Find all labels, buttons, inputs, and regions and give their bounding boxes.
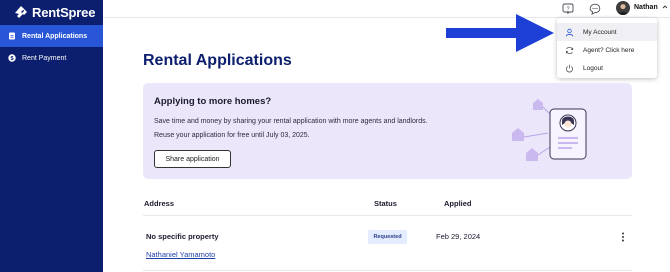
table-divider [143,270,632,271]
page-title: Rental Applications [143,52,292,69]
top-bar: ? Nathan [103,0,670,18]
rentspree-logo[interactable]: RentSpree [13,2,95,22]
account-menu: My Account Agent? Click here Logout [557,18,657,78]
help-icon[interactable]: ? [562,3,574,15]
row-applied-date: Feb 29, 2024 [436,232,481,241]
chat-icon[interactable] [589,3,601,15]
sidebar-item-rental-applications[interactable]: Rental Applications [0,25,103,47]
pointer-arrow-icon [446,14,554,52]
share-application-button[interactable]: Share application [154,150,231,168]
user-icon [564,27,574,37]
menu-item-label: Logout [583,64,603,72]
status-badge: Requested [368,230,407,244]
menu-item-agent[interactable]: Agent? Click here [557,41,657,59]
svg-text:$: $ [10,56,13,62]
document-icon [8,32,16,40]
banner-title: Applying to more homes? [154,96,272,107]
row-address: No specific property [146,232,219,241]
column-header-address: Address [144,199,175,208]
menu-item-my-account[interactable]: My Account [557,23,657,41]
user-name[interactable]: Nathan [634,4,658,11]
share-application-banner: Applying to more homes? Save time and mo… [143,83,632,179]
banner-description: Save time and money by sharing your rent… [154,118,428,125]
banner-expiry-note: Reuse your application for free until Ju… [154,132,310,139]
dollar-icon: $ [8,54,16,62]
avatar[interactable] [616,1,630,15]
menu-item-logout[interactable]: Logout [557,59,657,77]
sidebar: RentSpree Rental Applications $ Rent Pay… [0,0,103,272]
column-header-applied: Applied [444,199,472,208]
column-header-status: Status [374,199,397,208]
power-icon [564,63,574,73]
menu-item-label: Agent? Click here [583,46,635,54]
sidebar-item-label: Rent Payment [22,54,67,62]
refresh-icon [564,45,574,55]
sidebar-item-rent-payment[interactable]: $ Rent Payment [0,47,103,69]
chevron-up-icon[interactable] [662,4,668,10]
tenant-name-link[interactable]: Nathaniel Yamamoto [146,250,215,259]
sidebar-item-label: Rental Applications [22,32,88,40]
brand-name: RentSpree [32,4,96,20]
svg-text:?: ? [566,6,569,12]
application-illustration [512,99,587,161]
rentspree-logo-icon [15,6,27,18]
more-options-icon[interactable] [619,231,627,243]
menu-item-label: My Account [583,28,617,36]
table-divider [143,215,632,216]
